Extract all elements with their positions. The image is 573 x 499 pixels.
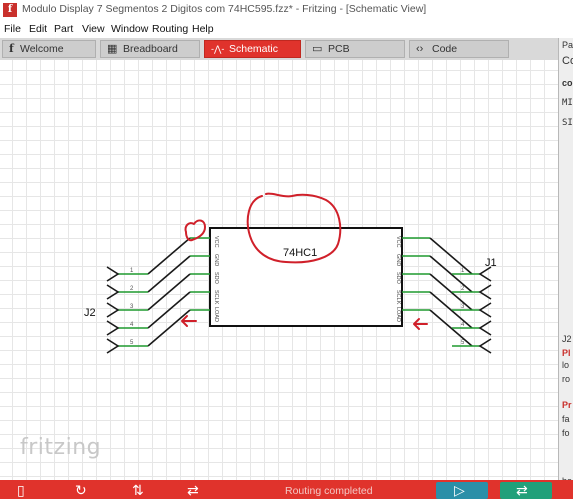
chip-pin-right-vcc: VCC <box>395 236 401 248</box>
annotation-arrow-left <box>181 315 197 327</box>
rotate-icon[interactable]: ↻ <box>75 482 87 498</box>
flip-icon[interactable]: ⇅ <box>132 482 144 498</box>
tab-label: PCB <box>328 43 350 55</box>
fritzing-f-icon: f <box>9 42 14 55</box>
j1-label: J1 <box>485 257 497 269</box>
j2-pin-5-label: 5 <box>130 340 134 346</box>
inspector-form-label: fo <box>562 428 570 438</box>
tab-schematic[interactable]: -⋀- Schematic <box>204 40 301 58</box>
svg-text:GND: GND <box>395 254 401 266</box>
menu-view[interactable]: View <box>82 23 105 35</box>
panel-parts-title: Pa <box>562 40 573 50</box>
panel-core-label[interactable]: co <box>562 78 573 88</box>
view-tab-bar: f Welcome ▦ Breadboard -⋀- Schematic ▭ P… <box>0 38 558 60</box>
autoroute-icon[interactable]: ⇄ <box>187 482 199 498</box>
chip-pin-left-load: LOAD <box>213 307 219 322</box>
svg-text:LOAD: LOAD <box>213 307 219 322</box>
menu-edit[interactable]: Edit <box>29 23 47 35</box>
export-button[interactable]: ⇄ <box>500 482 552 499</box>
menu-part[interactable]: Part <box>54 23 73 35</box>
connector-j2[interactable] <box>106 266 148 354</box>
fritzing-logo: fritzing <box>20 435 102 460</box>
tab-label: Breadboard <box>123 43 178 55</box>
menu-routing[interactable]: Routing <box>152 23 188 35</box>
chip-pin-right-load: LOAD <box>395 307 401 322</box>
svg-text:SCLK: SCLK <box>395 290 401 305</box>
code-icon: ‹› <box>416 43 424 55</box>
chip-pin-right-gnd: GND <box>395 254 401 266</box>
chip-pin-right-sdo: SDO <box>395 272 401 285</box>
svg-text:SDO: SDO <box>213 272 219 285</box>
chip-pin-right-sclk: SCLK <box>395 290 401 305</box>
j2-label: J2 <box>84 307 96 319</box>
svg-text:VCC: VCC <box>213 236 219 248</box>
j1-pin-3-label: 3 <box>461 304 465 310</box>
tab-code[interactable]: ‹› Code <box>409 40 509 58</box>
chip-pin-left-vcc: VCC <box>213 236 219 248</box>
j2-pin-2-label: 2 <box>130 286 134 292</box>
menu-window[interactable]: Window <box>111 23 148 35</box>
chip-pin-left-gnd: GND <box>213 254 219 266</box>
j1-pin-2-label: 2 <box>461 286 465 292</box>
share-button[interactable]: ▷ <box>436 482 488 499</box>
j1-pin-1-label: 1 <box>461 268 465 274</box>
menu-help[interactable]: Help <box>192 23 214 35</box>
pcb-icon: ▭ <box>312 43 323 55</box>
svg-text:SDO: SDO <box>395 272 401 285</box>
svg-text:SCLK: SCLK <box>213 290 219 305</box>
chip-label: 74HC1 <box>283 247 317 259</box>
new-sketch-icon[interactable]: ▯ <box>17 482 25 498</box>
inspector-title-j2: J2 <box>562 334 572 344</box>
j2-pin-3-label: 3 <box>130 304 134 310</box>
tab-label: Welcome <box>20 43 64 55</box>
right-dock-panel: Pa Co co MI SI J2 Pl lo ro Pr fa fo ho <box>558 38 573 480</box>
tab-pcb[interactable]: ▭ PCB <box>305 40 405 58</box>
window-title: Modulo Display 7 Segmentos 2 Digitos com… <box>22 3 427 15</box>
panel-item-si[interactable]: SI <box>562 118 573 128</box>
schematic-icon: -⋀- <box>211 44 225 54</box>
inspector-location-label: lo <box>562 360 570 370</box>
svg-text:GND: GND <box>213 254 219 266</box>
tab-label: Schematic <box>229 43 279 55</box>
svg-text:VCC: VCC <box>395 236 401 248</box>
tab-breadboard[interactable]: ▦ Breadboard <box>100 40 200 58</box>
tab-label: Code <box>432 43 458 55</box>
j2-pin-4-label: 4 <box>130 322 134 328</box>
schematic-drawing: 74HC1 VCC GND SDO SCLK LOAD VCC GND SDO … <box>84 192 497 354</box>
inspector-properties-label: Pr <box>562 400 572 410</box>
j1-pin-4-label: 4 <box>461 322 465 328</box>
status-message: Routing completed <box>285 485 373 497</box>
title-bar: f Modulo Display 7 Segmentos 2 Digitos c… <box>0 0 573 20</box>
left-wires <box>147 237 210 347</box>
menu-file[interactable]: File <box>4 23 21 35</box>
export-icon: ⇄ <box>516 482 528 498</box>
chip-pin-left-sdo: SDO <box>213 272 219 285</box>
breadboard-icon: ▦ <box>107 43 118 55</box>
menu-bar: File Edit Part View Window Routing Help <box>0 20 573 38</box>
panel-search-field[interactable]: Co <box>562 55 573 67</box>
share-icon: ▷ <box>454 482 465 498</box>
inspector-placement-label: Pl <box>562 348 571 358</box>
chip-pin-left-sclk: SCLK <box>213 290 219 305</box>
j2-pin-1-label: 1 <box>130 268 134 274</box>
tab-welcome[interactable]: f Welcome <box>2 40 96 58</box>
fritzing-app-icon: f <box>3 3 17 17</box>
inspector-rotation-label: ro <box>562 374 571 384</box>
schematic-canvas[interactable]: 74HC1 VCC GND SDO SCLK LOAD VCC GND SDO … <box>0 60 558 480</box>
panel-item-mi[interactable]: MI <box>562 98 573 108</box>
inspector-family-label: fa <box>562 414 570 424</box>
j1-pin-5-label: 5 <box>461 340 465 346</box>
chip-74hc-body[interactable] <box>209 227 403 327</box>
bottom-toolbar: ▯ ↻ ⇅ ⇄ Routing completed ▷ ⇄ <box>0 480 573 499</box>
annotation-arrow-right <box>413 318 428 330</box>
svg-text:LOAD: LOAD <box>395 307 401 322</box>
